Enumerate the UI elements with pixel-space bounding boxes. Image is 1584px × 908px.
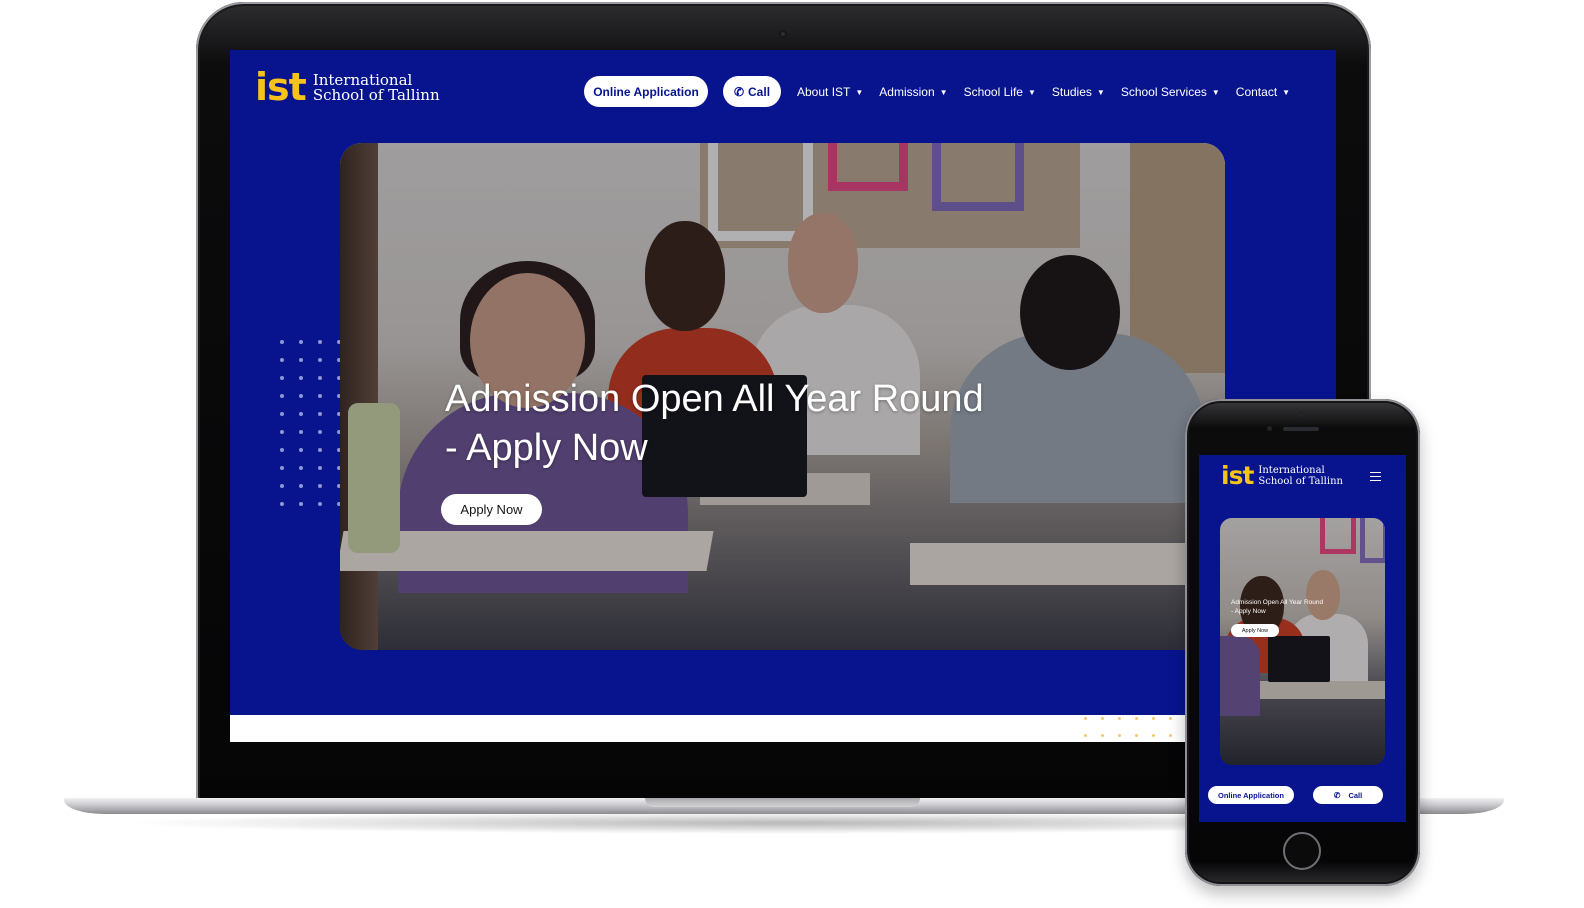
decorative-dot-grid bbox=[280, 340, 341, 506]
mobile-hero-title: Admission Open All Year Round - Apply No… bbox=[1231, 599, 1351, 616]
nav-admission-label: Admission bbox=[879, 84, 935, 99]
chevron-down-icon: ▼ bbox=[1282, 87, 1291, 97]
nav-about-ist[interactable]: About IST ▼ bbox=[797, 85, 863, 99]
nav-admission[interactable]: Admission ▼ bbox=[879, 85, 947, 99]
mobile-logo-text: International School of Tallinn bbox=[1258, 465, 1343, 487]
chevron-down-icon: ▼ bbox=[1211, 87, 1220, 97]
desktop-website-screen: ist International School of Tallinn Onli… bbox=[230, 50, 1336, 742]
nav-about-ist-label: About IST bbox=[797, 84, 851, 99]
site-logo[interactable]: ist International School of Tallinn bbox=[255, 68, 440, 106]
nav-school-life[interactable]: School Life ▼ bbox=[964, 85, 1036, 99]
phone-sensor bbox=[1267, 426, 1272, 431]
logo-line-2: School of Tallinn bbox=[312, 86, 440, 104]
online-application-button[interactable]: Online Application bbox=[584, 76, 708, 107]
phone-icon: ✆ bbox=[1333, 790, 1341, 800]
hero-title-line-1: Admission Open All Year Round bbox=[445, 378, 984, 420]
mobile-online-application-button[interactable]: Online Application bbox=[1208, 786, 1294, 804]
chevron-down-icon: ▼ bbox=[939, 87, 948, 97]
nav-studies[interactable]: Studies ▼ bbox=[1052, 85, 1105, 99]
chevron-down-icon: ▼ bbox=[855, 87, 864, 97]
mobile-apply-now-button[interactable]: Apply Now bbox=[1231, 624, 1279, 637]
nav-studies-label: Studies bbox=[1051, 84, 1092, 99]
mobile-logo-mark: ist bbox=[1221, 461, 1254, 490]
phone-camera bbox=[1298, 411, 1304, 417]
phone-speaker bbox=[1283, 427, 1319, 431]
phone-icon: ✆ bbox=[733, 84, 745, 99]
mobile-hero-banner: Admission Open All Year Round - Apply No… bbox=[1220, 518, 1385, 765]
call-label: Call bbox=[748, 84, 771, 99]
laptop-notch bbox=[645, 798, 920, 807]
decorative-dot-grid-bottom bbox=[1084, 717, 1172, 737]
mobile-call-button[interactable]: ✆ Call bbox=[1313, 786, 1383, 804]
laptop-camera bbox=[779, 30, 787, 38]
hero-title: Admission Open All Year Round - Apply No… bbox=[445, 375, 1085, 473]
hero-banner: Admission Open All Year Round - Apply No… bbox=[340, 143, 1225, 650]
logo-text: International School of Tallinn bbox=[312, 72, 440, 104]
mobile-call-label: Call bbox=[1348, 790, 1363, 800]
mobile-website-screen: ist International School of Tallinn Admi… bbox=[1199, 455, 1406, 822]
nav-school-services[interactable]: School Services ▼ bbox=[1121, 85, 1220, 99]
nav-contact[interactable]: Contact ▼ bbox=[1236, 85, 1290, 99]
main-navigation: Online Application ✆ Call About IST ▼ Ad… bbox=[584, 76, 1290, 107]
phone-home-button[interactable] bbox=[1283, 832, 1321, 870]
mobile-hero-title-line-1: Admission Open All Year Round bbox=[1231, 599, 1324, 606]
apply-now-button[interactable]: Apply Now bbox=[441, 494, 542, 525]
call-button[interactable]: ✆ Call bbox=[723, 76, 781, 107]
nav-school-services-label: School Services bbox=[1120, 84, 1207, 99]
nav-school-life-label: School Life bbox=[963, 84, 1023, 99]
mobile-logo-line-2: School of Tallinn bbox=[1258, 475, 1343, 487]
mobile-logo-line-1: International bbox=[1258, 465, 1325, 477]
mobile-site-logo[interactable]: ist International School of Tallinn bbox=[1221, 463, 1343, 488]
chevron-down-icon: ▼ bbox=[1096, 87, 1105, 97]
mobile-hero-title-line-2: - Apply Now bbox=[1231, 607, 1266, 615]
nav-contact-label: Contact bbox=[1235, 84, 1278, 99]
hamburger-menu-icon[interactable] bbox=[1370, 472, 1381, 481]
hero-title-line-2: - Apply Now bbox=[445, 427, 648, 469]
logo-mark: ist bbox=[255, 65, 307, 109]
phone-frame: ist International School of Tallinn Admi… bbox=[1185, 399, 1420, 886]
chevron-down-icon: ▼ bbox=[1027, 87, 1036, 97]
